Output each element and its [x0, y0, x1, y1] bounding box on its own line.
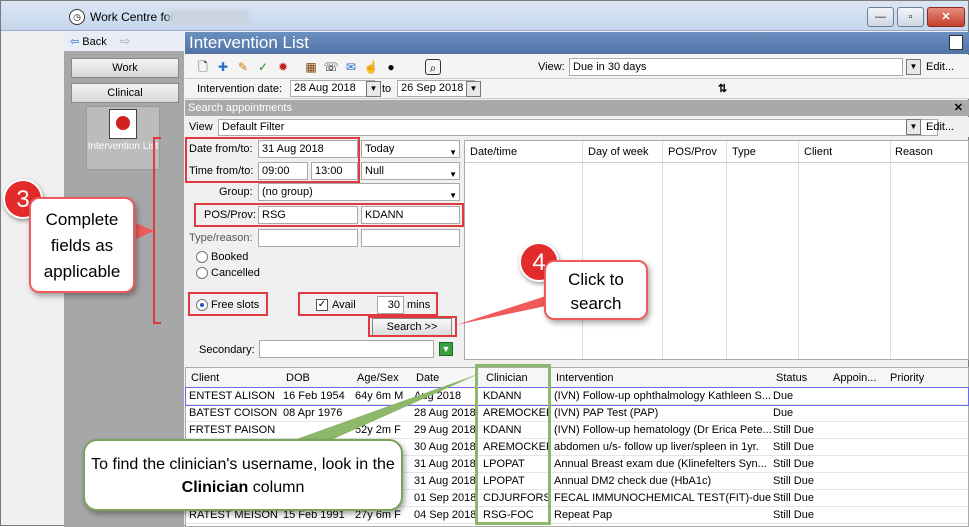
- callout-text-post: column: [252, 479, 305, 496]
- highlight-clinician-column: [475, 364, 551, 525]
- app-window: ◷ Work Centre for — ▫ ✕ ⇦ Back ⇨ Work Cl…: [0, 0, 969, 527]
- callout-complete-fields: Complete fields as applicable: [29, 197, 135, 293]
- callout-text-pre: To find the clinician's username, look i…: [91, 456, 395, 473]
- callout-click-to-search: Click to search: [544, 260, 648, 320]
- callout-text-bold: Clinician: [181, 479, 249, 496]
- callout-clinician-username: To find the clinician's username, look i…: [83, 439, 403, 511]
